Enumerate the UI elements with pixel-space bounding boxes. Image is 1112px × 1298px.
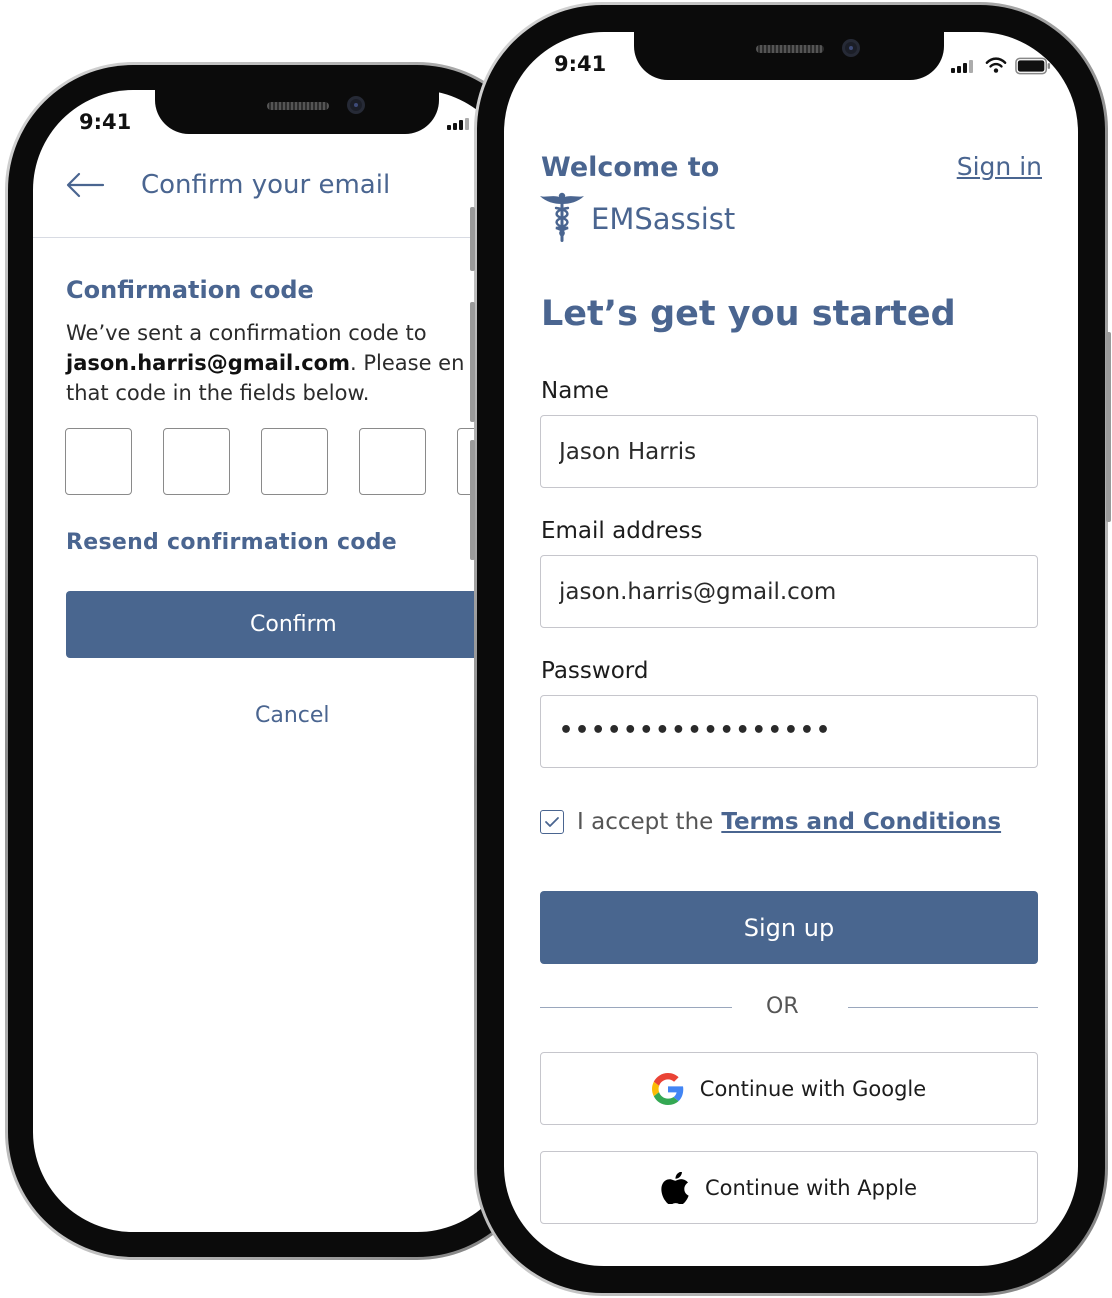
apple-icon bbox=[661, 1171, 689, 1204]
status-time: 9:41 bbox=[554, 52, 607, 76]
brand-name: EMSassist bbox=[591, 202, 736, 236]
code-digit-2[interactable] bbox=[163, 428, 230, 495]
phone-notch bbox=[155, 90, 439, 134]
divider-left bbox=[540, 1007, 732, 1008]
confirm-button[interactable]: Confirm bbox=[66, 591, 517, 658]
email-input[interactable] bbox=[540, 555, 1038, 628]
email-label: Email address bbox=[541, 518, 703, 544]
volume-down-button bbox=[470, 440, 475, 560]
or-divider-label: OR bbox=[766, 994, 799, 1019]
message-line-1: We’ve sent a confirmation code to bbox=[66, 321, 427, 345]
volume-up-button bbox=[470, 302, 475, 422]
resend-code-link[interactable]: Resend confirmation code bbox=[66, 530, 397, 555]
terms-checkbox[interactable] bbox=[540, 810, 564, 834]
cancel-link[interactable]: Cancel bbox=[255, 703, 330, 728]
back-arrow-icon[interactable] bbox=[65, 170, 105, 200]
message-email: jason.harris@gmail.com bbox=[66, 351, 350, 375]
message-line-3: that code in the fields below. bbox=[66, 381, 370, 405]
terms-row: I accept the Terms and Conditions bbox=[540, 809, 1001, 835]
code-digit-4[interactable] bbox=[359, 428, 426, 495]
confirmation-message: We’ve sent a confirmation code to jason.… bbox=[66, 318, 517, 408]
message-suffix: . Please en bbox=[349, 351, 465, 375]
code-digit-3[interactable] bbox=[261, 428, 328, 495]
name-input[interactable] bbox=[540, 415, 1038, 488]
message-line-2: jason.harris@gmail.com. Please en bbox=[66, 348, 517, 378]
front-camera bbox=[842, 39, 860, 57]
apple-button[interactable]: Continue with Apple bbox=[540, 1151, 1038, 1224]
status-time: 9:41 bbox=[79, 110, 132, 134]
divider-right bbox=[848, 1007, 1038, 1008]
signal-icon bbox=[951, 60, 973, 73]
confirm-email-screen: Confirm your email Confirmation code We’… bbox=[33, 90, 517, 1232]
speaker bbox=[756, 45, 824, 53]
wifi-icon bbox=[985, 57, 1007, 73]
google-button-label: Continue with Google bbox=[699, 1076, 927, 1101]
phone-notch bbox=[634, 32, 944, 80]
caduceus-logo-icon bbox=[540, 192, 584, 242]
terms-prefix: I accept the bbox=[577, 809, 714, 835]
code-digit-1[interactable] bbox=[65, 428, 132, 495]
page-title: Let’s get you started bbox=[541, 294, 956, 334]
sign-up-screen: Welcome to Sign in EMSassist Let’s get y… bbox=[504, 32, 1078, 1266]
signal-icon bbox=[447, 118, 469, 130]
apple-button-label: Continue with Apple bbox=[704, 1175, 918, 1200]
side-button bbox=[470, 207, 475, 271]
sign-in-link[interactable]: Sign in bbox=[957, 152, 1042, 181]
page-title: Confirm your email bbox=[141, 170, 391, 200]
confirmation-code-heading: Confirmation code bbox=[66, 276, 314, 304]
power-button bbox=[1106, 332, 1111, 522]
terms-link[interactable]: Terms and Conditions bbox=[721, 809, 1001, 835]
battery-icon bbox=[1015, 57, 1051, 75]
password-label: Password bbox=[541, 658, 649, 684]
google-icon bbox=[651, 1072, 684, 1105]
phone-confirm-email: Confirm your email Confirmation code We’… bbox=[5, 62, 545, 1260]
name-label: Name bbox=[541, 378, 609, 404]
check-icon bbox=[545, 817, 559, 827]
password-input[interactable]: ••••••••••••••••• bbox=[540, 695, 1038, 768]
phone-sign-up: Welcome to Sign in EMSassist Let’s get y… bbox=[470, 2, 1111, 1296]
sign-up-button[interactable]: Sign up bbox=[540, 891, 1038, 964]
welcome-text: Welcome to bbox=[541, 152, 720, 183]
code-input-row bbox=[65, 428, 517, 495]
front-camera bbox=[347, 96, 365, 114]
speaker bbox=[267, 102, 329, 110]
google-button[interactable]: Continue with Google bbox=[540, 1052, 1038, 1125]
